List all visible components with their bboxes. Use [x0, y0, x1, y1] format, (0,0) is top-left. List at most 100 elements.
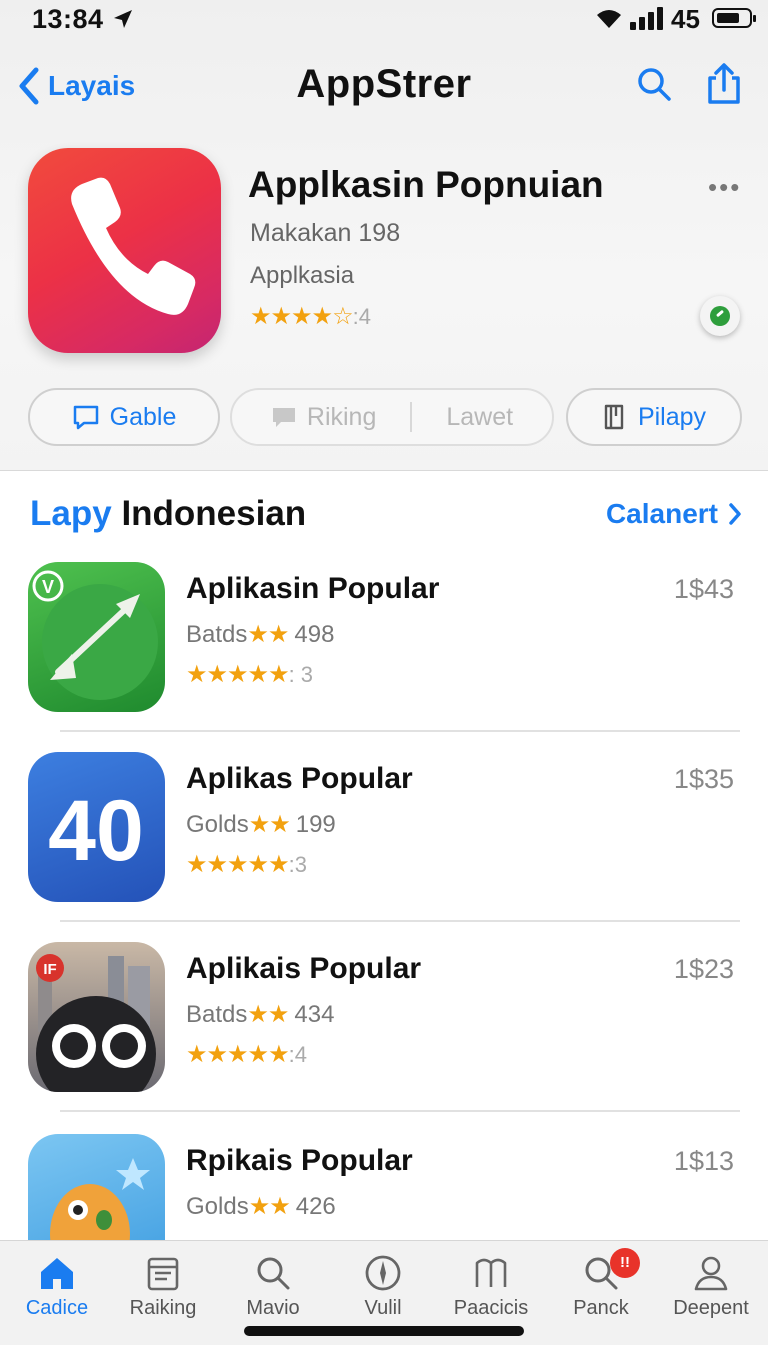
rating-stars: ★★★★★	[186, 1041, 290, 1068]
cellular-signal-icon	[630, 6, 664, 30]
icon-number: 40	[48, 783, 144, 879]
rating-count: : 3	[288, 661, 314, 687]
row-divider	[60, 1110, 740, 1112]
app-name: Aplikas Popular	[186, 762, 413, 795]
section-title: Lapy Indonesian	[30, 494, 306, 534]
app-review-count: 498	[294, 620, 335, 648]
app-meta: Batds ★★ 498	[186, 620, 334, 649]
tab-label: Deepent	[673, 1297, 749, 1319]
chevron-right-icon	[729, 503, 741, 525]
row-divider	[60, 730, 740, 732]
rating-count: :4	[288, 1041, 307, 1067]
segment-divider	[410, 402, 413, 432]
book-icon	[604, 404, 624, 430]
tab-label: Paacicis	[453, 1297, 529, 1319]
tab-label: Mavio	[246, 1297, 300, 1319]
tab-panck[interactable]: Panck	[546, 1241, 656, 1331]
app-meta: Golds ★★ 426	[186, 1192, 336, 1221]
meta-stars: ★★	[248, 1193, 291, 1220]
phone-icon	[71, 177, 196, 315]
tab-paacicis[interactable]: Paacicis	[436, 1241, 546, 1331]
share-icon[interactable]	[704, 62, 744, 106]
icon-badge-letter: IF	[43, 961, 56, 978]
person-icon	[694, 1256, 728, 1291]
section-title-rest: Indonesian	[121, 494, 307, 533]
tab-mavio[interactable]: Mavio	[218, 1241, 328, 1331]
tab-cadice[interactable]: Cadice	[2, 1241, 112, 1331]
gable-button[interactable]: Gable	[28, 388, 220, 446]
tab-deepent[interactable]: Deepent	[656, 1241, 766, 1331]
featured-app-subtitle: Makakan 198	[250, 219, 401, 247]
app-icon[interactable]: V	[28, 562, 165, 712]
battery-percent: 45	[671, 4, 700, 34]
icon-badge-letter: V	[42, 577, 54, 597]
app-rating: ★★★★★ :4	[186, 1040, 307, 1069]
meta-stars: ★★	[247, 1001, 289, 1028]
compass-icon	[365, 1255, 401, 1291]
riking-label[interactable]: Riking	[307, 403, 376, 432]
see-all-link[interactable]: Calanert	[606, 498, 742, 530]
tab-raiking[interactable]: Raiking	[108, 1241, 218, 1331]
app-meta-label: Golds	[186, 810, 249, 838]
app-icon[interactable]: IF	[28, 942, 165, 1092]
app-name: Rpikais Popular	[186, 1144, 413, 1177]
app-meta-label: Batds	[186, 620, 248, 648]
search-icon	[257, 1257, 290, 1290]
app-review-count: 434	[294, 1000, 335, 1028]
app-price[interactable]: 1$35	[674, 764, 734, 795]
app-meta: Golds ★★ 199	[186, 810, 336, 839]
meta-stars: ★★	[247, 621, 289, 648]
status-bar: 13:84 45	[0, 0, 768, 40]
location-arrow-icon	[114, 10, 132, 28]
tab-label: Cadice	[25, 1297, 89, 1319]
meta-stars: ★★	[248, 811, 291, 838]
app-name: Aplikais Popular	[186, 952, 422, 985]
more-options-button[interactable]: •••	[708, 172, 741, 203]
app-meta-label: Batds	[186, 1000, 248, 1028]
featured-app-icon[interactable]	[28, 148, 221, 353]
tab-label: Panck	[573, 1297, 629, 1319]
list-item[interactable]: 40 Aplikas Popular Golds ★★ 199 ★★★★★ :3…	[0, 752, 768, 942]
rating-count: :4	[352, 303, 371, 329]
tab-vulil[interactable]: Vulil	[328, 1241, 438, 1331]
tab-label: Raiking	[129, 1297, 197, 1319]
featured-app-rating: ★★★★☆ :4	[250, 302, 371, 331]
status-time: 13:84	[32, 4, 104, 34]
home-icon	[41, 1258, 73, 1289]
lawet-label[interactable]: Lawet	[446, 403, 513, 432]
books-icon	[475, 1258, 507, 1287]
pilapy-button-label: Pilapy	[637, 402, 707, 431]
number-icon: 40	[48, 783, 144, 879]
app-meta-label: Golds	[186, 1192, 249, 1220]
gable-button-label: Gable	[109, 402, 177, 431]
notification-badge: !!	[610, 1248, 640, 1278]
row-divider	[60, 920, 740, 922]
app-name: Aplikasin Popular	[186, 572, 440, 605]
search-icon[interactable]	[634, 64, 674, 104]
list-item[interactable]: IF Aplikais Popular Batds ★★ 434 ★★★★★ :…	[0, 942, 768, 1132]
status-indicator-icon[interactable]	[700, 296, 740, 336]
home-indicator[interactable]	[244, 1326, 524, 1336]
app-review-count: 426	[295, 1192, 336, 1220]
list-item[interactable]: V Aplikasin Popular Batds ★★ 498 ★★★★★ :…	[0, 562, 768, 752]
app-price[interactable]: 1$23	[674, 954, 734, 985]
pilapy-button[interactable]: Pilapy	[566, 388, 742, 446]
message-icon	[73, 405, 98, 430]
rating-stars: ★★★★★	[186, 851, 290, 878]
chat-icon	[272, 408, 295, 427]
calendar-icon	[147, 1257, 179, 1291]
app-icon[interactable]: 40	[28, 752, 165, 902]
riking-lawet-segment[interactable]: Riking Lawet	[230, 388, 554, 446]
featured-app-category: Applkasia	[250, 262, 355, 289]
arrow-icon: V	[32, 570, 158, 700]
app-rating: ★★★★★ : 3	[186, 660, 313, 689]
tab-label: Vulil	[364, 1297, 402, 1319]
rating-stars: ★★★★☆	[250, 303, 354, 330]
app-price[interactable]: 1$13	[674, 1146, 734, 1177]
app-price[interactable]: 1$43	[674, 574, 734, 605]
wifi-icon	[597, 10, 621, 28]
rating-count: :3	[288, 851, 307, 877]
rating-stars: ★★★★★	[186, 661, 290, 688]
app-meta: Batds ★★ 434	[186, 1000, 334, 1029]
battery-icon	[712, 8, 756, 28]
